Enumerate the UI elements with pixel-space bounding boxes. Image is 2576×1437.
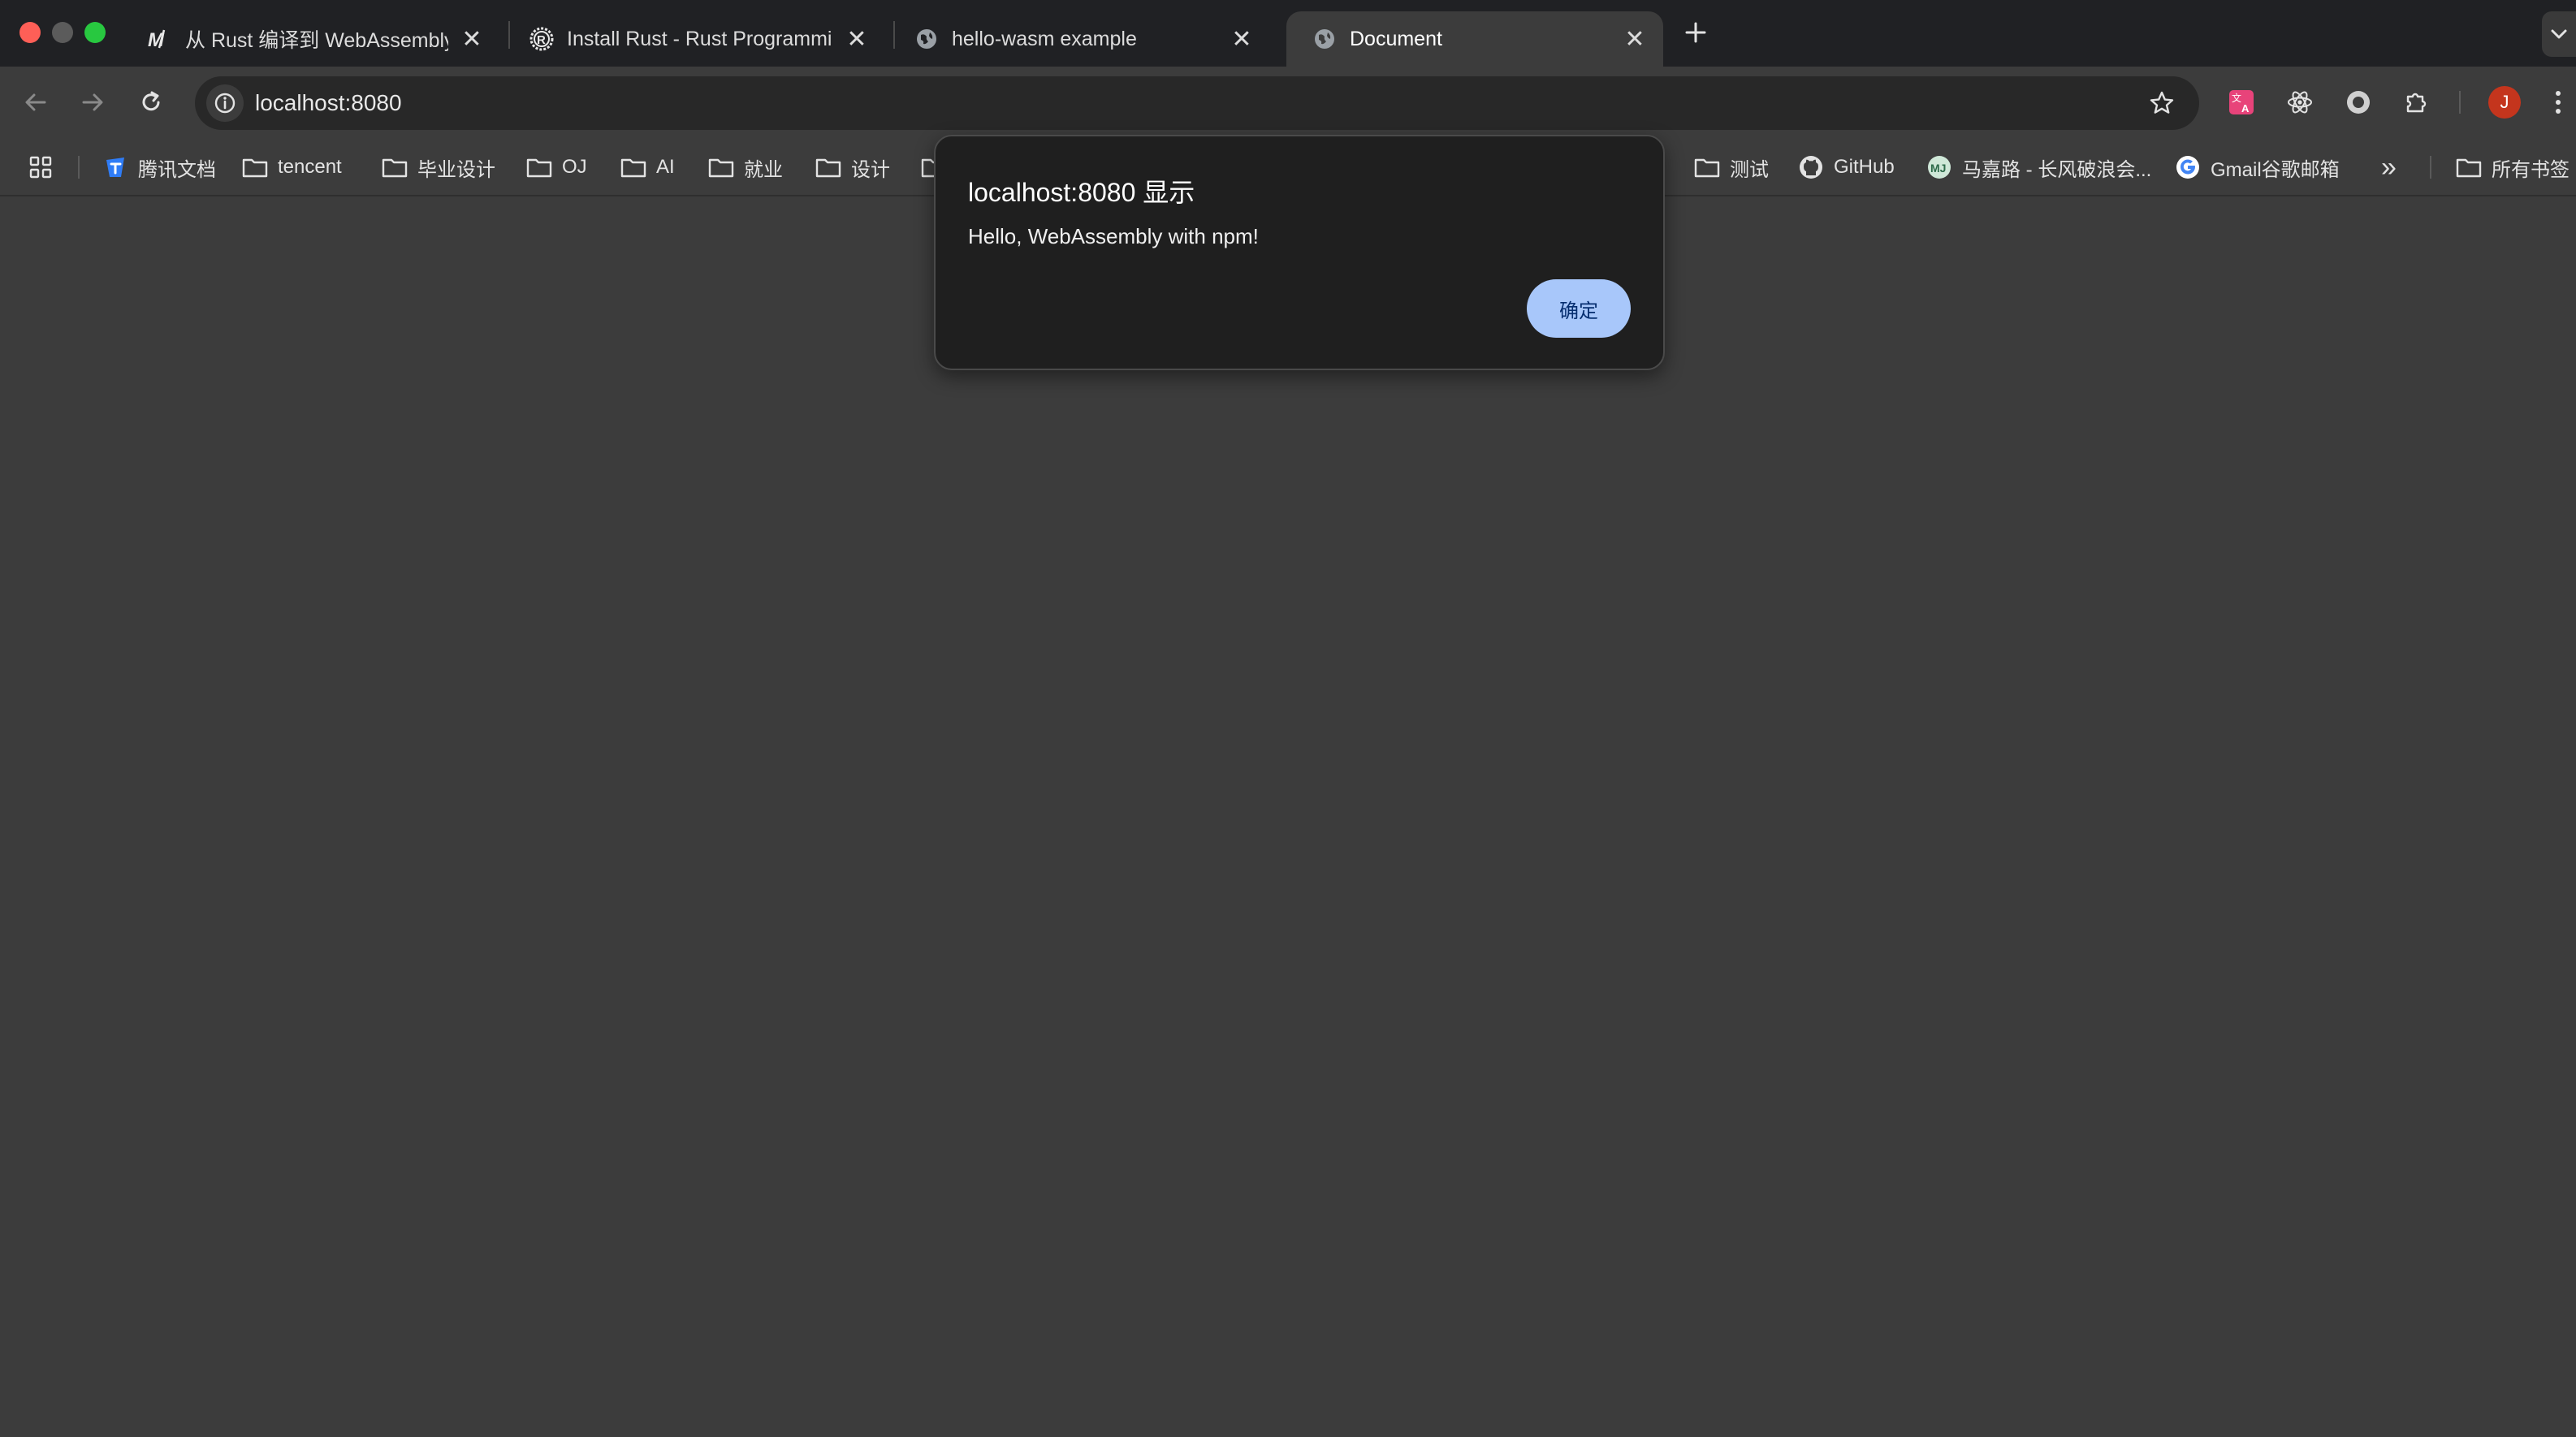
- mdn-icon: M: [146, 25, 174, 53]
- bookmark-label: 设计: [851, 158, 890, 181]
- ok-button[interactable]: 确定: [1527, 279, 1631, 338]
- folder-icon: [620, 154, 646, 180]
- folder-icon: [526, 154, 552, 180]
- extensions-puzzle-icon[interactable]: [2399, 84, 2435, 120]
- github-icon: [1798, 154, 1824, 180]
- tencent-docs-icon: [102, 154, 128, 180]
- chevron-down-icon: [2551, 29, 2567, 39]
- close-icon[interactable]: ✕: [1230, 26, 1254, 53]
- double-chevron-right-icon: »: [2381, 151, 2397, 183]
- bookmark-label: AI: [656, 156, 675, 178]
- bookmark-label: Gmail谷歌邮箱: [2211, 158, 2340, 181]
- back-button[interactable]: [18, 84, 54, 120]
- bookmarks-overflow-button[interactable]: »: [2381, 149, 2397, 185]
- bookmark-folder-graduation[interactable]: 毕业设计: [382, 149, 495, 185]
- tab-strip: M 从 Rust 编译到 WebAssembly ✕ R Install Rus…: [0, 0, 2576, 67]
- page-content: [0, 198, 2576, 1437]
- menu-button[interactable]: [2542, 84, 2574, 120]
- tab-title: 从 Rust 编译到 WebAssembly: [185, 29, 448, 52]
- reload-icon: [142, 91, 160, 111]
- record-extension-icon[interactable]: [2340, 84, 2376, 120]
- plus-icon: [1685, 22, 1706, 43]
- translate-extension-icon[interactable]: 文A: [2224, 84, 2259, 120]
- tab-title: Install Rust - Rust Programming Language: [567, 27, 833, 50]
- more-vert-icon: [2556, 91, 2561, 114]
- svg-text:MJ: MJ: [1930, 162, 1946, 175]
- bookmark-gmail[interactable]: Gmail谷歌邮箱: [2175, 149, 2340, 185]
- bookmark-label: 腾讯文档: [138, 158, 216, 181]
- bookmark-label: 就业: [744, 158, 783, 181]
- folder-icon: [708, 154, 734, 180]
- arrow-left-icon: [25, 93, 46, 111]
- folder-icon: [815, 154, 841, 180]
- url-text[interactable]: localhost:8080: [255, 76, 402, 130]
- bookmark-folder-ai[interactable]: AI: [620, 149, 675, 185]
- tab-title: hello-wasm example: [952, 27, 1137, 50]
- bookmark-github[interactable]: GitHub: [1798, 149, 1895, 185]
- bookmark-folder-design[interactable]: 设计: [815, 149, 890, 185]
- svg-text:文: 文: [2232, 92, 2241, 104]
- bookmark-folder-jobs[interactable]: 就业: [708, 149, 783, 185]
- bookmark-label: GitHub: [1834, 156, 1895, 178]
- tab-document[interactable]: Document ✕: [1286, 11, 1663, 67]
- close-icon[interactable]: ✕: [845, 26, 869, 53]
- bookmark-all-bookmarks[interactable]: 所有书签: [2456, 149, 2570, 185]
- bookmark-folder-oj[interactable]: OJ: [526, 149, 587, 185]
- reload-button[interactable]: [133, 84, 169, 120]
- new-tab-button[interactable]: [1681, 18, 1710, 47]
- toolbar: localhost:8080 文A J: [0, 67, 2576, 138]
- close-icon[interactable]: ✕: [1623, 26, 1647, 53]
- tab-rust[interactable]: R Install Rust - Rust Programming Langua…: [504, 11, 885, 67]
- bookmark-tencent-docs[interactable]: 腾讯文档: [102, 149, 216, 185]
- rust-icon: R: [528, 25, 555, 53]
- arrow-right-icon: [82, 93, 103, 111]
- bookmark-folder-testing[interactable]: 测试: [1694, 149, 1769, 185]
- dialog-title: localhost:8080 显示: [968, 178, 1195, 207]
- tab-hello-wasm[interactable]: hello-wasm example ✕: [888, 11, 1270, 67]
- bookmark-star-icon[interactable]: [2147, 88, 2176, 118]
- alert-dialog: localhost:8080 显示 Hello, WebAssembly wit…: [934, 135, 1665, 370]
- bookmark-label: 毕业设计: [417, 158, 495, 181]
- apps-button[interactable]: [28, 149, 63, 185]
- window-zoom-button[interactable]: [84, 22, 106, 43]
- bookmark-label: 马嘉路 - 长风破浪会...: [1962, 158, 2152, 181]
- globe-icon: [1311, 25, 1338, 53]
- bookmark-label: 测试: [1730, 158, 1769, 181]
- bookmark-folder-tencent[interactable]: tencent: [242, 149, 342, 185]
- tab-title: Document: [1350, 27, 1442, 50]
- google-icon: [2175, 154, 2201, 180]
- tab-mdn[interactable]: M 从 Rust 编译到 WebAssembly ✕: [122, 11, 500, 67]
- react-devtools-icon[interactable]: [2282, 84, 2318, 120]
- bookmarks-divider: [78, 156, 80, 179]
- window-minimize-button[interactable]: [52, 22, 73, 43]
- bookmarks-divider: [2430, 156, 2431, 179]
- site-info-icon[interactable]: [206, 84, 244, 122]
- dialog-message: Hello, WebAssembly with npm!: [968, 224, 1259, 248]
- apps-grid-icon: [28, 154, 54, 180]
- tab-search-button[interactable]: [2542, 11, 2576, 57]
- globe-icon: [913, 25, 940, 53]
- site-icon: MJ: [1926, 154, 1952, 180]
- svg-text:A: A: [2241, 102, 2250, 114]
- address-bar[interactable]: localhost:8080: [195, 76, 2199, 130]
- close-icon[interactable]: ✕: [460, 26, 484, 53]
- forward-button[interactable]: [75, 84, 110, 120]
- toolbar-divider: [2459, 91, 2461, 114]
- folder-icon: [1694, 154, 1720, 180]
- bookmark-label: 所有书签: [2492, 158, 2570, 181]
- profile-avatar[interactable]: J: [2488, 86, 2521, 119]
- folder-icon: [242, 154, 268, 180]
- window-close-button[interactable]: [19, 22, 41, 43]
- folder-icon: [2456, 154, 2482, 180]
- bookmark-majialu[interactable]: MJ 马嘉路 - 长风破浪会...: [1926, 149, 2151, 185]
- bookmark-label: tencent: [278, 156, 342, 178]
- svg-text:R: R: [537, 33, 546, 47]
- bookmark-label: OJ: [562, 156, 587, 178]
- folder-icon: [382, 154, 408, 180]
